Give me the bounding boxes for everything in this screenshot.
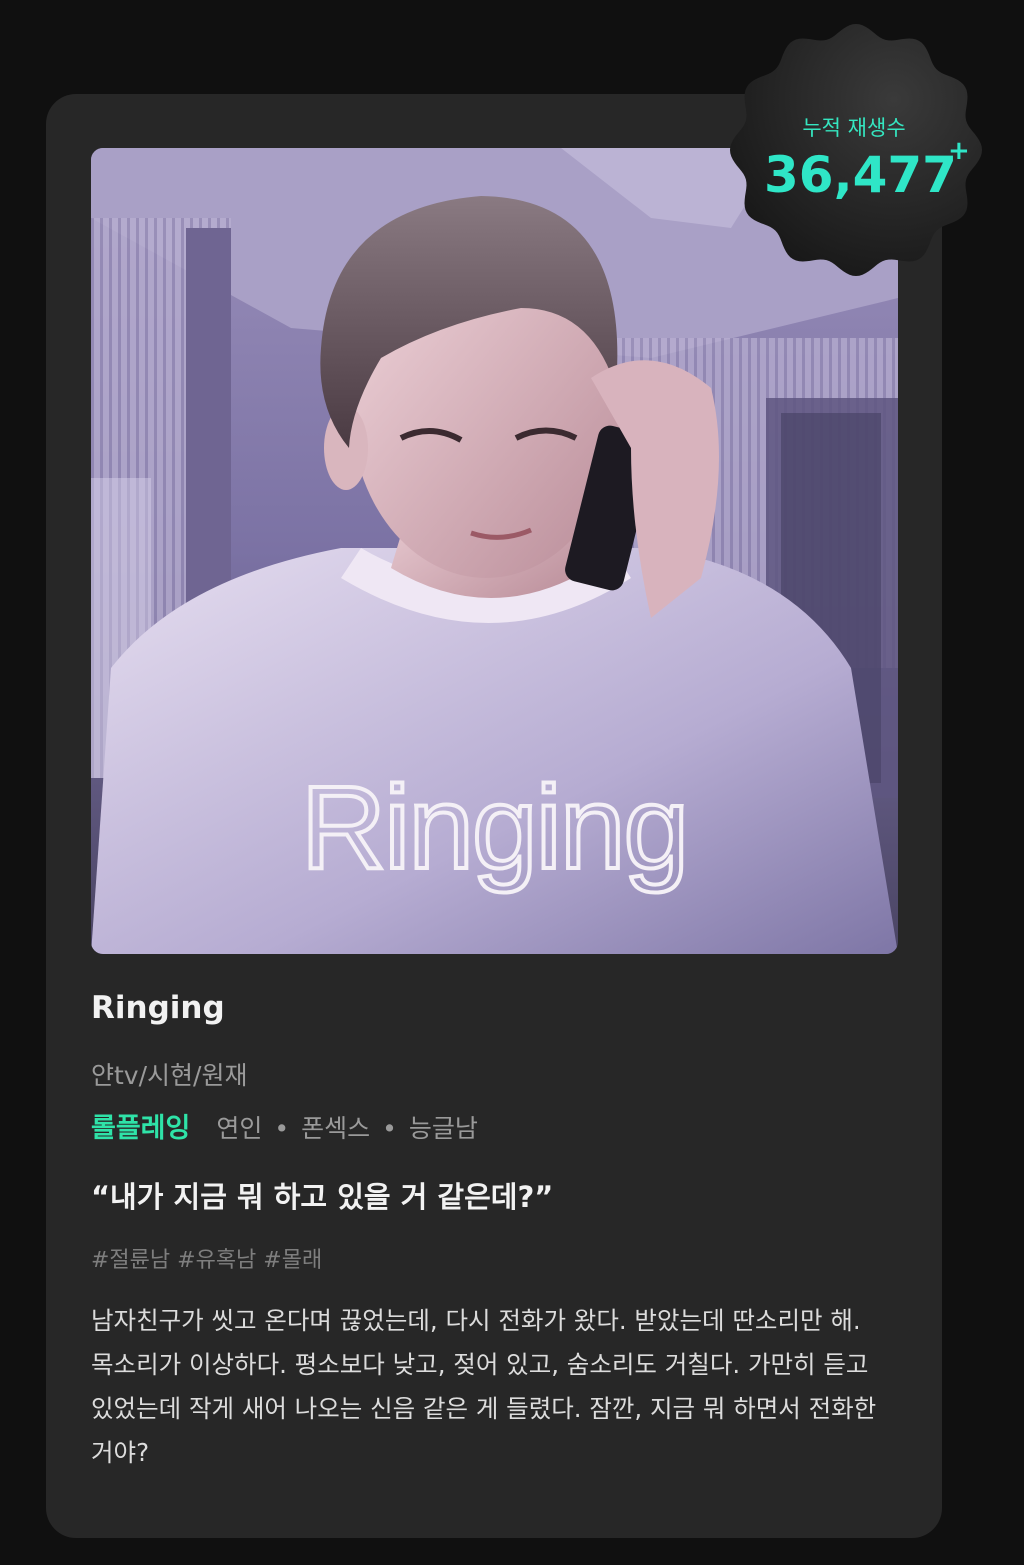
tag-item: 능글남	[408, 1114, 478, 1143]
tag-item: 폰섹스	[301, 1114, 371, 1143]
genre-row: 롤플레잉 연인 • 폰섹스 • 능글남	[91, 1106, 478, 1145]
play-count-label: 누적 재생수	[802, 116, 906, 140]
description-text: 남자친구가 씻고 온다며 끊었는데, 다시 전화가 왔다. 받았는데 딴소리만 …	[91, 1306, 877, 1467]
play-count-value: 36,477	[764, 146, 957, 204]
author-credits: 얀tv/시현/원재	[91, 1061, 248, 1090]
separator-dot: •	[382, 1114, 397, 1143]
separator-dot: •	[274, 1114, 290, 1143]
cover-title-text: Ringing	[301, 762, 687, 894]
hashtag-list: #절륜남 #유혹남 #몰래	[91, 1248, 323, 1273]
headline-quote: “내가 지금 뭐 하고 있을 거 같은데?”	[91, 1180, 554, 1214]
plus-icon: +	[948, 136, 970, 166]
content-card[interactable]: Ringing Ringing 얀tv/시현/원재 롤플레잉 연인 • 폰섹스 …	[46, 94, 942, 1538]
genre-label: 롤플레잉	[91, 1113, 191, 1144]
item-title: Ringing	[91, 990, 225, 1026]
tag-item: 연인	[216, 1114, 263, 1143]
play-count-badge: 누적 재생수 36,477 +	[726, 20, 998, 278]
